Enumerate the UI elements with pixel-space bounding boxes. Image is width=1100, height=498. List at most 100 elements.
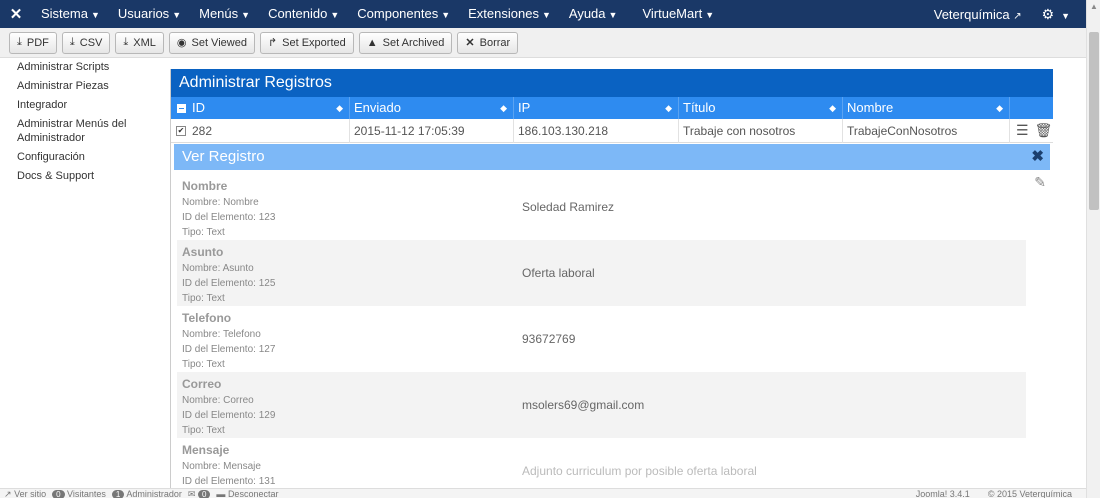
menu-ayuda[interactable]: Ayuda ▼	[560, 0, 627, 28]
cell-ip: 186.103.130.218	[514, 118, 679, 143]
eye-icon: ◉	[176, 37, 187, 49]
view-site-link[interactable]: ↗ Ver sitio	[4, 489, 46, 498]
column-header-titulo[interactable]: Título ◆	[679, 97, 843, 119]
sidebar: Administrar Scripts Administrar Piezas I…	[17, 60, 157, 188]
set-viewed-button[interactable]: ◉ Set Viewed	[168, 31, 255, 54]
menu-menus[interactable]: Menús ▼	[190, 0, 259, 28]
column-header-nombre[interactable]: Nombre ◆	[843, 97, 1010, 119]
gear-icon[interactable]: ⚙ ▼	[1034, 6, 1086, 23]
page-title: Administrar Registros	[171, 69, 1053, 97]
caret-down-icon: ▼	[441, 10, 451, 20]
share-icon: ↱	[267, 37, 278, 49]
field-sub-name: Nombre: Correo	[182, 395, 254, 406]
field-meta: Telefono Nombre: Telefono ID del Element…	[182, 311, 522, 370]
download-icon: ⤓	[123, 36, 129, 48]
detail-title: Ver Registro ✖	[174, 144, 1050, 170]
collapse-toggle[interactable]	[174, 97, 188, 119]
grid-header: ID ◆ Enviado ◆ IP ◆ Título ◆ Nombre ◆	[171, 97, 1053, 119]
caret-down-icon: ▼	[172, 10, 182, 20]
navbar-right: Veterquímica ↗ ⚙ ▼	[922, 0, 1086, 28]
scrollbar-thumb[interactable]	[1089, 32, 1099, 210]
field-meta: Mensaje Nombre: Mensaje ID del Elemento:…	[182, 443, 522, 489]
minus-icon: ▬	[216, 489, 226, 498]
records-panel: Administrar Registros ID ◆ Enviado ◆ IP ◆ T…	[170, 69, 1053, 489]
sort-icon: ◆	[665, 103, 672, 113]
logout-link[interactable]: ▬ Desconectar	[216, 489, 278, 498]
minus-icon	[176, 103, 186, 113]
set-archived-button[interactable]: ▲ Set Archived	[358, 31, 453, 54]
sort-icon: ◆	[829, 103, 836, 113]
field-sub-name: Nombre: Telefono	[182, 329, 261, 340]
detail-body: ✎ Nombre Nombre: Nombre ID del Elemento:…	[174, 170, 1050, 489]
edit-icon[interactable]: ✎	[1034, 174, 1046, 191]
page-scrollbar[interactable]: ▲	[1086, 0, 1100, 498]
menu-usuarios[interactable]: Usuarios ▼	[109, 0, 190, 28]
field-name: Correo	[182, 377, 222, 391]
cell-nombre: TrabajeConNosotros	[843, 118, 1010, 143]
scroll-up-icon[interactable]: ▲	[1090, 2, 1098, 11]
admins-count-badge: 1	[111, 490, 125, 498]
field-name: Telefono	[182, 311, 232, 325]
table-row[interactable]: ✔ 282 2015-11-12 17:05:39 186.103.130.21…	[171, 118, 1053, 143]
menu-sistema[interactable]: Sistema ▼	[32, 0, 109, 28]
close-icon: ✕	[465, 37, 475, 49]
column-header-ip[interactable]: IP ◆	[514, 97, 679, 119]
field-sub-name: Nombre: Nombre	[182, 197, 259, 208]
column-header-enviado[interactable]: Enviado ◆	[350, 97, 514, 119]
caret-down-icon: ▼	[1061, 10, 1070, 21]
trash-icon[interactable]: 🗑	[1035, 122, 1053, 139]
check-icon: ✔	[176, 125, 186, 136]
sidebar-item-configuracion[interactable]: Configuración	[17, 150, 157, 164]
record-detail: Ver Registro ✖ ✎ Nombre Nombre: Nombre I…	[174, 144, 1050, 489]
field-value: Oferta laboral	[522, 266, 595, 280]
list-icon[interactable]: ☰	[1016, 122, 1029, 139]
caret-down-icon: ▼	[705, 10, 715, 20]
sidebar-item-administrar-menus[interactable]: Administrar Menús del Administrador	[17, 117, 157, 145]
field-sub-id: ID del Elemento: 125	[182, 278, 276, 289]
field-sub-id: ID del Elemento: 129	[182, 410, 276, 421]
menu-contenido[interactable]: Contenido ▼	[259, 0, 348, 28]
external-link-icon: ↗	[1013, 10, 1022, 22]
sort-icon: ◆	[996, 103, 1003, 113]
messages-status[interactable]: ✉ 0	[188, 489, 211, 498]
sidebar-item-docs-support[interactable]: Docs & Support	[17, 169, 157, 183]
footer-left: ↗ Ver sitio 0 Visitantes 1 Administrador…	[4, 489, 278, 498]
field-name: Mensaje	[182, 443, 230, 457]
sidebar-item-integrador[interactable]: Integrador	[17, 98, 157, 112]
menu-componentes[interactable]: Componentes ▼	[348, 0, 459, 28]
footer-right: Joomla! 3.4.1 © 2015 Veterquímica	[916, 489, 1072, 498]
toolbar: ⤓ PDF ⤓ CSV ⤓ XML ◉ Set Viewed ↱ Set Exported…	[0, 28, 1086, 58]
field-correo: Correo Nombre: Correo ID del Elemento: 1…	[177, 372, 1026, 438]
close-icon[interactable]: ✖	[1031, 144, 1044, 170]
field-sub-id: ID del Elemento: 127	[182, 344, 276, 355]
version-text: Joomla! 3.4.1	[915, 489, 970, 498]
set-exported-button[interactable]: ↱ Set Exported	[259, 31, 354, 54]
joomla-logo-icon[interactable]: ✕	[0, 0, 32, 28]
column-header-id[interactable]: ID ◆	[188, 97, 350, 119]
borrar-button[interactable]: ✕ Borrar	[457, 31, 519, 54]
sidebar-item-administrar-piezas[interactable]: Administrar Piezas	[17, 79, 157, 93]
field-value: Adjunto curriculum por posible oferta la…	[522, 464, 757, 478]
csv-button[interactable]: ⤓ CSV	[61, 31, 111, 54]
menu-virtuemart[interactable]: VirtueMart ▼	[626, 0, 723, 28]
field-sub-name: Nombre: Mensaje	[182, 461, 261, 472]
field-value: msolers69@gmail.com	[522, 398, 645, 412]
xml-button[interactable]: ⤓ XML	[115, 31, 164, 54]
field-telefono: Telefono Nombre: Telefono ID del Element…	[177, 306, 1026, 372]
field-nombre: Nombre Nombre: Nombre ID del Elemento: 1…	[177, 174, 1026, 240]
cell-id: 282	[188, 118, 350, 143]
top-navbar: ✕ Sistema ▼ Usuarios ▼ Menús ▼ Contenido ▼ C…	[0, 0, 1086, 28]
cell-enviado: 2015-11-12 17:05:39	[350, 118, 514, 143]
status-footer: ↗ Ver sitio 0 Visitantes 1 Administrador…	[0, 488, 1086, 498]
sidebar-item-administrar-scripts[interactable]: Administrar Scripts	[17, 60, 157, 74]
caret-down-icon: ▼	[90, 10, 100, 20]
mail-icon: ✉	[187, 489, 196, 498]
field-value: Soledad Ramirez	[522, 200, 615, 214]
pdf-button[interactable]: ⤓ PDF	[9, 31, 57, 54]
row-checkbox[interactable]: ✔	[174, 125, 188, 136]
field-meta: Correo Nombre: Correo ID del Elemento: 1…	[182, 377, 522, 436]
field-sub-type: Tipo: Text	[182, 293, 225, 304]
visitors-status: 0 Visitantes	[52, 489, 106, 498]
site-link[interactable]: Veterquímica ↗	[922, 7, 1034, 22]
menu-extensiones[interactable]: Extensiones ▼	[459, 0, 560, 28]
